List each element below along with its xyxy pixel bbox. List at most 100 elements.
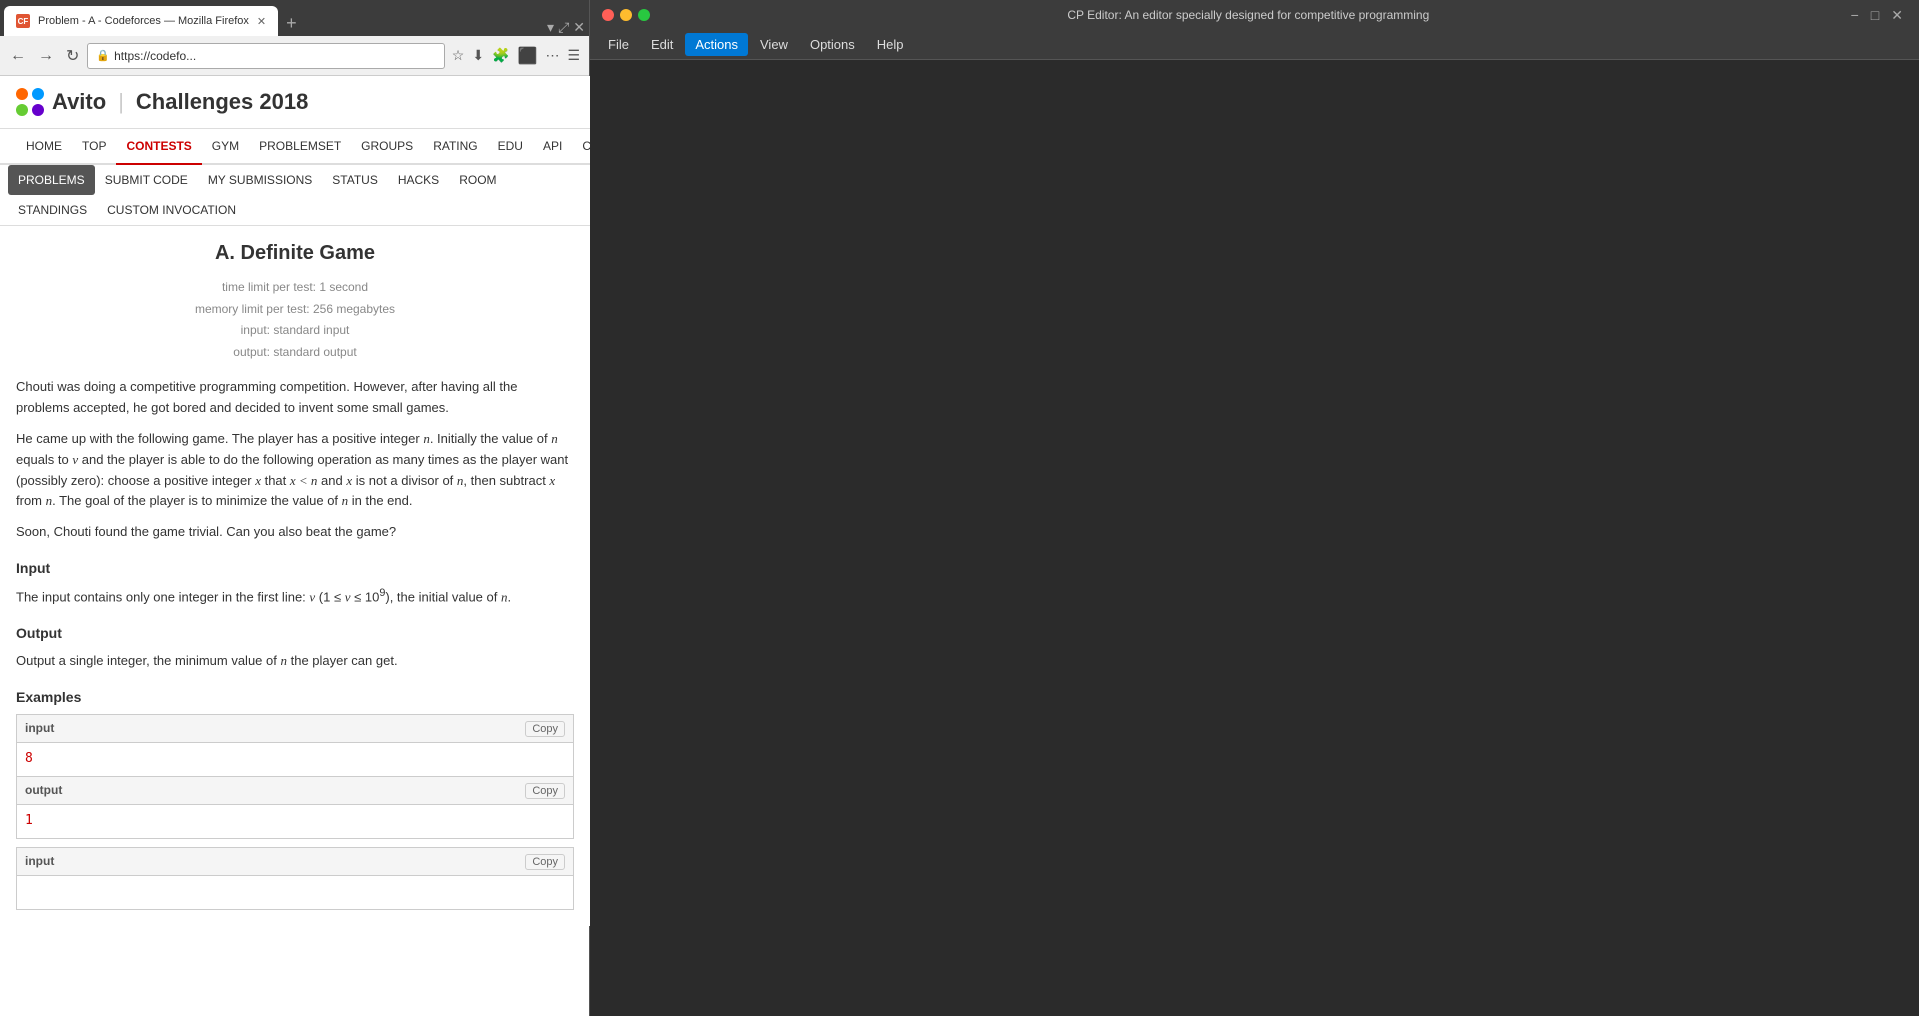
address-bar[interactable]: 🔒 https://codefo...: [87, 43, 444, 69]
back-btn[interactable]: ←: [6, 45, 30, 67]
example1-input-copy-btn[interactable]: Copy: [525, 721, 565, 737]
example2-input-value: [17, 876, 573, 909]
math-ineq: x < n: [290, 473, 318, 488]
logo-dot-purple: [32, 104, 44, 116]
refresh-btn[interactable]: ↻: [62, 44, 83, 68]
nav-calendar[interactable]: CALENDAR: [572, 129, 590, 163]
nav-api[interactable]: API: [533, 129, 572, 163]
cp-menu-view[interactable]: View: [750, 33, 798, 56]
math-x: x: [255, 473, 261, 488]
examples-section-title: Examples: [16, 686, 574, 708]
example1-input-value: 8: [17, 743, 573, 776]
cf-header: Avito | Challenges 2018: [0, 76, 590, 129]
subnav-my-submissions[interactable]: MY SUBMISSIONS: [198, 165, 322, 195]
example1-input-box: input Copy 8: [16, 714, 574, 777]
cp-editor-title: CP Editor: An editor specially designed …: [658, 8, 1839, 22]
avito-logo: Avito | Challenges 2018: [16, 88, 308, 116]
subnav-custom-invocation[interactable]: CUSTOM INVOCATION: [97, 195, 246, 225]
subnav-room[interactable]: ROOM: [449, 165, 506, 195]
cp-menu-actions[interactable]: Actions: [685, 33, 748, 56]
output-section-title: Output: [16, 622, 574, 644]
hamburger-icon[interactable]: ☰: [564, 43, 583, 69]
logo-subtitle: Challenges 2018: [136, 89, 308, 115]
nav-problemset[interactable]: PROBLEMSET: [249, 129, 351, 163]
download-icon[interactable]: ⬇: [469, 43, 487, 69]
lock-icon: 🔒: [96, 49, 110, 62]
nav-gym[interactable]: GYM: [202, 129, 249, 163]
cp-editor-main: [590, 60, 1919, 1016]
tab-close-window-btn[interactable]: ✕: [573, 19, 585, 36]
example2-input-copy-btn[interactable]: Copy: [525, 854, 565, 870]
statement-p1: Chouti was doing a competitive programmi…: [16, 377, 574, 419]
input-section-title: Input: [16, 557, 574, 579]
cp-dot-red: [602, 9, 614, 21]
forward-btn[interactable]: →: [34, 45, 58, 67]
browser-tab[interactable]: CF Problem - A - Codeforces — Mozilla Fi…: [4, 6, 278, 36]
cp-menu-edit[interactable]: Edit: [641, 33, 683, 56]
cp-minimize-btn[interactable]: −: [1847, 7, 1863, 24]
math-v: v: [72, 452, 78, 467]
example2-input-header: input Copy: [17, 848, 573, 876]
tab-favicon: CF: [16, 14, 30, 28]
subnav-problems[interactable]: PROBLEMS: [8, 165, 95, 195]
math-x3: x: [549, 473, 555, 488]
cp-menu-help[interactable]: Help: [867, 33, 914, 56]
nav-groups[interactable]: GROUPS: [351, 129, 423, 163]
cf-nav: HOME TOP CONTESTS GYM PROBLEMSET GROUPS …: [0, 129, 590, 165]
output-body: Output a single integer, the minimum val…: [16, 651, 574, 672]
tab-bar: CF Problem - A - Codeforces — Mozilla Fi…: [0, 0, 589, 36]
tab-new-btn[interactable]: +: [282, 11, 301, 36]
subnav-status[interactable]: STATUS: [322, 165, 388, 195]
nav-rating[interactable]: RATING: [423, 129, 487, 163]
math-x2: x: [346, 473, 352, 488]
bookmark-icon[interactable]: ☆: [449, 43, 468, 69]
cp-window-dots: [602, 9, 650, 21]
cp-close-btn[interactable]: ✕: [1887, 7, 1907, 24]
cp-maximize-btn[interactable]: □: [1867, 7, 1883, 24]
logo-dot-orange: [16, 88, 28, 100]
cp-dot-yellow: [620, 9, 632, 21]
nav-icons: ☆ ⬇ 🧩 ⬛ ⋯ ☰: [449, 43, 583, 69]
tab-minimize-btn[interactable]: ▾: [547, 19, 554, 36]
memory-limit: memory limit per test: 256 megabytes: [16, 299, 574, 321]
math-n5: n: [342, 493, 349, 508]
subnav-submit-code[interactable]: SUBMIT CODE: [95, 165, 198, 195]
cp-menu-file[interactable]: File: [598, 33, 639, 56]
math-n7: n: [280, 653, 287, 668]
example1-output-label: output: [25, 781, 62, 800]
problem-content: A. Definite Game time limit per test: 1 …: [0, 226, 590, 926]
example1-output-copy-btn[interactable]: Copy: [525, 783, 565, 799]
example1-input-header: input Copy: [17, 715, 573, 743]
logo-dot-blue: [32, 88, 44, 100]
cp-editor: CP Editor: An editor specially designed …: [590, 0, 1919, 1016]
example1-input-label: input: [25, 719, 54, 738]
cp-window-buttons: − □ ✕: [1847, 7, 1907, 24]
input-body: The input contains only one integer in t…: [16, 585, 574, 608]
subnav-hacks[interactable]: HACKS: [388, 165, 449, 195]
cp-menubar: File Edit Actions View Options Help: [590, 30, 1919, 60]
example1-output-box: output Copy 1: [16, 777, 574, 839]
nav-contests[interactable]: CONTESTS: [116, 129, 201, 165]
nav-home[interactable]: HOME: [16, 129, 72, 163]
logo-text: Avito: [52, 89, 106, 115]
example1-output-value: 1: [17, 805, 573, 838]
example2-input-label: input: [25, 852, 54, 871]
nav-top[interactable]: TOP: [72, 129, 116, 163]
puzzle-icon[interactable]: 🧩: [489, 43, 512, 69]
input-spec: input: standard input: [16, 320, 574, 342]
more-btn[interactable]: ⋯: [542, 43, 562, 69]
subnav-standings[interactable]: STANDINGS: [8, 195, 97, 225]
example2-input-box: input Copy: [16, 847, 574, 910]
nav-edu[interactable]: EDU: [488, 129, 533, 163]
math-n2: n: [551, 431, 558, 446]
statement-p2: He came up with the following game. The …: [16, 429, 574, 512]
cp-dot-green: [638, 9, 650, 21]
math-n6: n: [501, 590, 508, 605]
nav-bar: ← → ↻ 🔒 https://codefo... ☆ ⬇ 🧩 ⬛ ⋯ ☰: [0, 36, 589, 76]
browser-content: Avito | Challenges 2018 HOME TOP CONTEST…: [0, 76, 590, 926]
tab-close-btn[interactable]: ✕: [257, 15, 266, 28]
math-v3: v: [345, 590, 351, 605]
shield-icon[interactable]: ⬛: [515, 43, 541, 69]
cp-menu-options[interactable]: Options: [800, 33, 865, 56]
tab-expand-btn[interactable]: ⤢: [558, 19, 569, 36]
